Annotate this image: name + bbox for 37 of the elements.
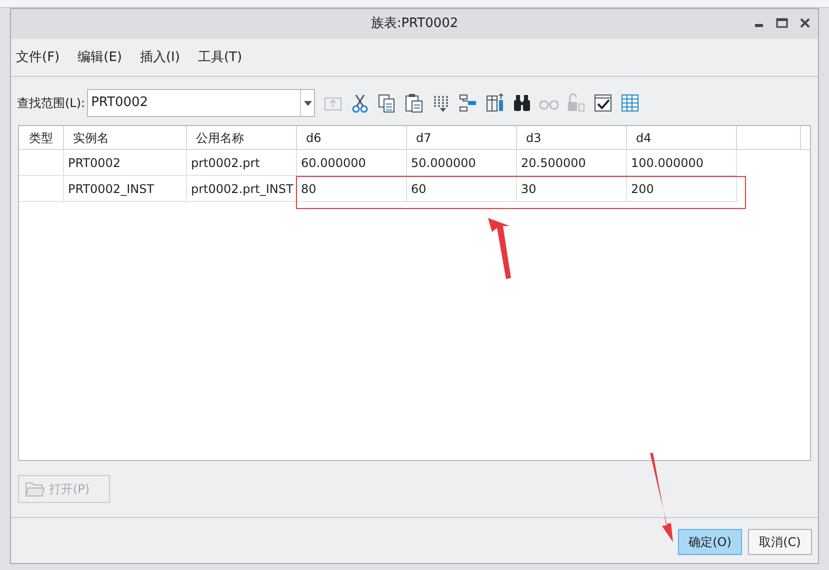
table-cell: prt0002.prt — [187, 150, 297, 176]
table-icon[interactable] — [619, 92, 642, 114]
column-header[interactable]: 实例名 — [64, 126, 187, 149]
column-header[interactable]: 类型 — [19, 126, 64, 149]
table-cell: 20.500000 — [517, 150, 627, 176]
folder-icon — [25, 480, 45, 498]
table-cell: 100.000000 — [627, 150, 737, 176]
column-header[interactable]: d7 — [407, 126, 517, 149]
checkbox-icon[interactable] — [592, 92, 614, 114]
dialog-button[interactable]: 确定(O) — [678, 529, 742, 555]
close-icon[interactable] — [800, 17, 810, 29]
menu-item[interactable]: 工具(T) — [198, 48, 242, 68]
table-cell: 50.000000 — [407, 150, 517, 176]
table-cell: PRT0002 — [64, 150, 187, 176]
table-cell: 60 — [407, 176, 517, 202]
column-header[interactable]: 公用名称 — [187, 126, 297, 149]
caret-icon — [304, 100, 312, 106]
column-header[interactable]: d6 — [297, 126, 407, 149]
table-cell: 200 — [627, 176, 737, 202]
menu-item[interactable]: 编辑(E) — [78, 48, 122, 68]
table-cell: prt0002.prt_INST — [187, 176, 297, 202]
table-cell: PRT0002_INST — [64, 176, 187, 202]
menu-item[interactable]: 文件(F) — [16, 48, 60, 68]
search-label: 查找范围(L): — [17, 95, 86, 112]
table-cell: 60.000000 — [297, 150, 407, 176]
menu-item[interactable]: 插入(I) — [140, 48, 180, 68]
column-header[interactable]: d3 — [517, 126, 627, 149]
maximize-icon[interactable] — [776, 17, 788, 29]
window-title: 族表:PRT0002 — [370, 15, 458, 34]
table-cell — [19, 176, 64, 202]
table-cell: 30 — [517, 176, 627, 202]
annotation-arrow — [486, 218, 512, 280]
search-field[interactable]: PRT0002 — [87, 89, 316, 117]
clipboard-icon[interactable] — [403, 92, 426, 114]
column-header[interactable]: d4 — [627, 126, 737, 149]
table-cell: 80 — [297, 176, 407, 202]
dialog-button[interactable]: 取消(C) — [748, 529, 812, 555]
